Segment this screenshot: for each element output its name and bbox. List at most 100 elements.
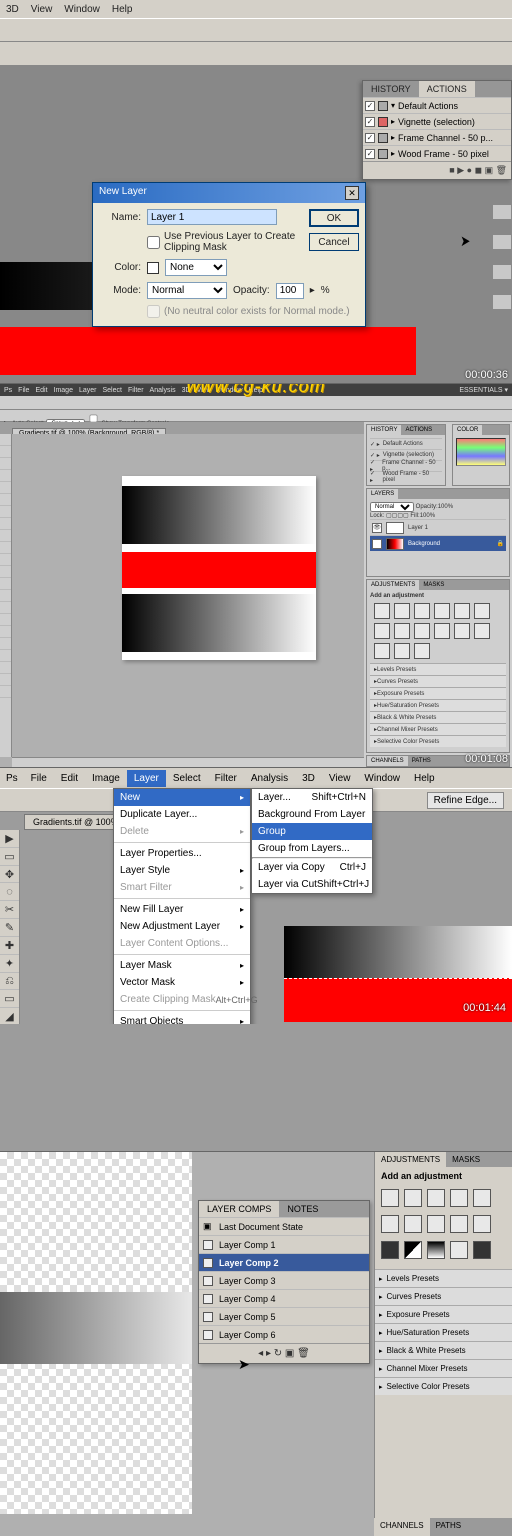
refine-edge-button[interactable]: Refine Edge... — [427, 792, 504, 809]
mi[interactable]: Edit — [35, 387, 47, 394]
mi[interactable]: Edit — [54, 770, 85, 787]
menu-item[interactable]: Layer Properties... — [114, 845, 250, 862]
layer-name-input[interactable] — [147, 209, 277, 225]
workspace[interactable]: ESSENTIALS ▾ — [459, 386, 508, 394]
tab-notes[interactable]: NOTES — [279, 1201, 326, 1217]
preset-row[interactable]: ▸ Hue/Saturation Presets — [370, 699, 506, 711]
layer-row[interactable]: 👁Background 🔒 — [370, 535, 506, 551]
clip-mask-checkbox[interactable] — [147, 236, 160, 249]
tab-masks[interactable]: MASKS — [419, 580, 448, 590]
tab-channels[interactable]: CHANNELS — [367, 756, 408, 766]
tab-layers[interactable]: LAYERS — [367, 489, 398, 499]
tab-paths[interactable]: PATHS — [430, 1518, 467, 1536]
adj-icons-row2[interactable] — [375, 1211, 512, 1237]
blend-select[interactable]: Normal — [370, 502, 414, 512]
collapsed-panels[interactable] — [492, 200, 512, 310]
act-item[interactable]: ✓ ▸ Frame Channel - 50 p... — [370, 460, 442, 471]
mi[interactable]: File — [18, 387, 29, 394]
mi-layer[interactable]: Layer — [127, 770, 166, 787]
submenu-item[interactable]: Group from Layers... — [252, 840, 372, 857]
menu-window[interactable]: Window — [58, 2, 106, 17]
color-select[interactable]: None — [165, 259, 227, 276]
mi[interactable]: 3D — [295, 770, 322, 787]
adj-icons-row1[interactable] — [375, 1185, 512, 1211]
action-row[interactable]: ✓▸Vignette (selection) — [363, 113, 511, 129]
action-row[interactable]: ✓▸Wood Frame - 50 pixel — [363, 145, 511, 161]
tab-adjustments[interactable]: ADJUSTMENTS — [367, 580, 419, 590]
mi[interactable]: Image — [54, 387, 73, 394]
submenu-item[interactable]: Layer via CutShift+Ctrl+J — [252, 876, 372, 893]
submenu-item[interactable]: Layer via CopyCtrl+J — [252, 859, 372, 876]
mi[interactable]: File — [24, 770, 54, 787]
tab-channels[interactable]: CHANNELS — [374, 1518, 430, 1536]
preset-row[interactable]: ▸Levels Presets — [375, 1269, 512, 1287]
close-icon[interactable]: ✕ — [345, 186, 359, 200]
preset-row[interactable]: ▸Exposure Presets — [375, 1305, 512, 1323]
mi[interactable]: Select — [166, 770, 208, 787]
menu-3d[interactable]: 3D — [0, 2, 25, 17]
act-item[interactable]: ✓ ▸ Wood Frame - 50 pixel — [370, 471, 442, 482]
preset-row[interactable]: ▸ Black & White Presets — [370, 711, 506, 723]
cancel-button[interactable]: Cancel — [309, 233, 359, 251]
tab-history[interactable]: HISTORY — [367, 425, 401, 435]
preset-row[interactable]: ▸Channel Mixer Presets — [375, 1359, 512, 1377]
preset-row[interactable]: ▸ Curves Presets — [370, 675, 506, 687]
menu-help[interactable]: Help — [106, 2, 139, 17]
mi[interactable]: View — [322, 770, 358, 787]
layer-comp-row[interactable]: Layer Comp 5 — [199, 1307, 369, 1325]
mi[interactable]: Analysis — [150, 387, 176, 394]
mi[interactable]: Filter — [208, 770, 244, 787]
mi[interactable]: Image — [85, 770, 127, 787]
mi[interactable]: Analysis — [244, 770, 295, 787]
menu-item[interactable]: New Adjustment Layer▸ — [114, 918, 250, 935]
tab-paths[interactable]: PATHS — [408, 756, 435, 766]
layer-comp-row[interactable]: Layer Comp 4 — [199, 1289, 369, 1307]
action-row[interactable]: ✓▸Frame Channel - 50 p... — [363, 129, 511, 145]
opacity-input[interactable] — [276, 283, 304, 299]
menu-item[interactable]: Vector Mask▸ — [114, 974, 250, 991]
tab-color[interactable]: COLOR — [453, 425, 482, 435]
tab-actions[interactable]: ACTIONS — [419, 81, 475, 97]
preset-row[interactable]: ▸Hue/Saturation Presets — [375, 1323, 512, 1341]
lc-bottom-bar[interactable]: ◂ ▸ ↻ ▣ 🗑 — [199, 1343, 369, 1363]
mode-select[interactable]: Normal — [147, 282, 227, 299]
submenu-item[interactable]: Group — [252, 823, 372, 840]
toolbox[interactable] — [0, 434, 12, 757]
layer-comp-row[interactable]: Layer Comp 1 — [199, 1235, 369, 1253]
mi[interactable]: Select — [103, 387, 122, 394]
layer-comp-row[interactable]: Layer Comp 3 — [199, 1271, 369, 1289]
mi[interactable]: Help — [407, 770, 442, 787]
menu-view[interactable]: View — [25, 2, 59, 17]
preset-row[interactable]: ▸Selective Color Presets — [375, 1377, 512, 1395]
preset-row[interactable]: ▸Black & White Presets — [375, 1341, 512, 1359]
mi[interactable]: Filter — [128, 387, 144, 394]
adjustment-icons[interactable] — [370, 599, 506, 663]
preset-row[interactable]: ▸ Levels Presets — [370, 663, 506, 675]
opacity-dropdown-icon[interactable]: ▸ — [310, 285, 315, 296]
act-item[interactable]: ✓ ▸ Vignette (selection) — [370, 449, 442, 460]
ok-button[interactable]: OK — [309, 209, 359, 227]
menu-item[interactable]: New▸ — [114, 789, 250, 806]
layer-row[interactable]: 👁Layer 1 — [370, 519, 506, 535]
layer-comp-row[interactable]: ▣Last Document State — [199, 1217, 369, 1235]
layer-comp-row[interactable]: Layer Comp 6 — [199, 1325, 369, 1343]
tab-layer-comps[interactable]: LAYER COMPS — [199, 1201, 279, 1217]
preset-row[interactable]: ▸ Exposure Presets — [370, 687, 506, 699]
action-row[interactable]: ✓▾Default Actions — [363, 97, 511, 113]
act-item[interactable]: ✓ ▸ Default Actions — [370, 438, 442, 449]
submenu-item[interactable]: Layer...Shift+Ctrl+N — [252, 789, 372, 806]
menu-item[interactable]: Layer Mask▸ — [114, 957, 250, 974]
preset-row[interactable]: ▸ Selective Color Presets — [370, 735, 506, 747]
preset-row[interactable]: ▸Curves Presets — [375, 1287, 512, 1305]
mi[interactable]: Layer — [79, 387, 97, 394]
submenu-item[interactable]: Background From Layer — [252, 806, 372, 823]
menu-item[interactable]: Duplicate Layer... — [114, 806, 250, 823]
preset-row[interactable]: ▸ Channel Mixer Presets — [370, 723, 506, 735]
tab-actions[interactable]: ACTIONS — [401, 425, 436, 435]
menu-item[interactable]: Layer Style▸ — [114, 862, 250, 879]
tab-history[interactable]: HISTORY — [363, 81, 419, 97]
color-swatches[interactable] — [456, 438, 506, 466]
tab-adjustments[interactable]: ADJUSTMENTS — [375, 1152, 446, 1167]
mi[interactable]: Window — [357, 770, 407, 787]
tab-masks[interactable]: MASKS — [446, 1152, 486, 1167]
